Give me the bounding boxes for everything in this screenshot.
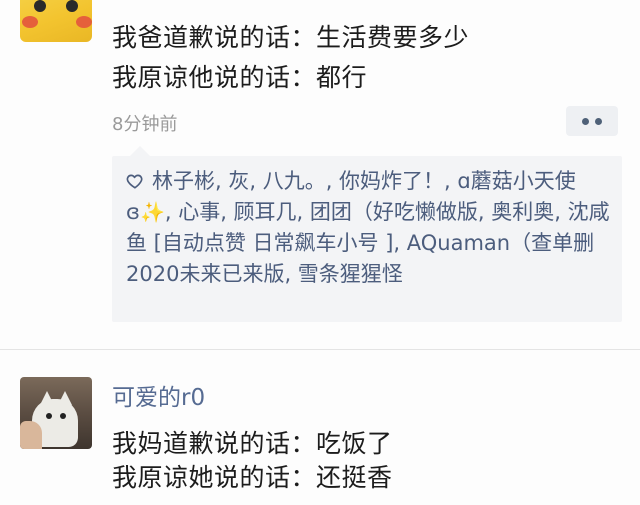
heart-outline-icon [126,174,143,189]
post2-text-line-1: 我妈道歉说的话：吃饭了 [112,429,393,458]
sparkle-icon: ✨ [139,200,165,224]
pikachu-eye-right [66,0,78,12]
dot-icon [582,117,589,125]
post-text-line-2: 我原谅他说的话：都行 [112,63,368,92]
post-text-line-1: 我爸道歉说的话：生活费要多少 [112,23,470,52]
pikachu-cheek-left [22,16,38,28]
likes-list: 林子彬, 灰, 八九。, 你妈炸了！, ɑ蘑菇小天使ɞ✨, 心事, 顾耳几, 团… [126,166,616,290]
hand [20,421,42,449]
dot-icon [595,117,602,125]
post-divider [0,349,640,350]
avatar-pikachu[interactable] [20,0,92,42]
likes-panel: 林子彬, 灰, 八九。, 你妈炸了！, ɑ蘑菇小天使ɞ✨, 心事, 顾耳几, 团… [112,146,622,322]
more-options-button[interactable] [566,106,618,136]
likes-names-part-2[interactable]: , 心事, 顾耳几, 团团（好吃懒做版, 奥利奥, 沈咸鱼 [自动点赞 日常飙车… [126,200,610,286]
moments-feed: 我爸道歉说的话：生活费要多少 我原谅他说的话：都行 8分钟前 林子彬, 灰, 八… [0,0,640,505]
pikachu-eye-left [34,0,46,12]
pikachu-cheek-right [76,16,92,28]
post2-text-line-2: 我原谅她说的话：还挺香 [112,463,393,492]
cat-eye [60,413,66,419]
post-timestamp: 8分钟前 [112,114,178,135]
cat-eye [46,413,52,419]
username-link[interactable]: 可爱的r0 [112,378,205,412]
avatar-cat[interactable] [20,377,92,449]
